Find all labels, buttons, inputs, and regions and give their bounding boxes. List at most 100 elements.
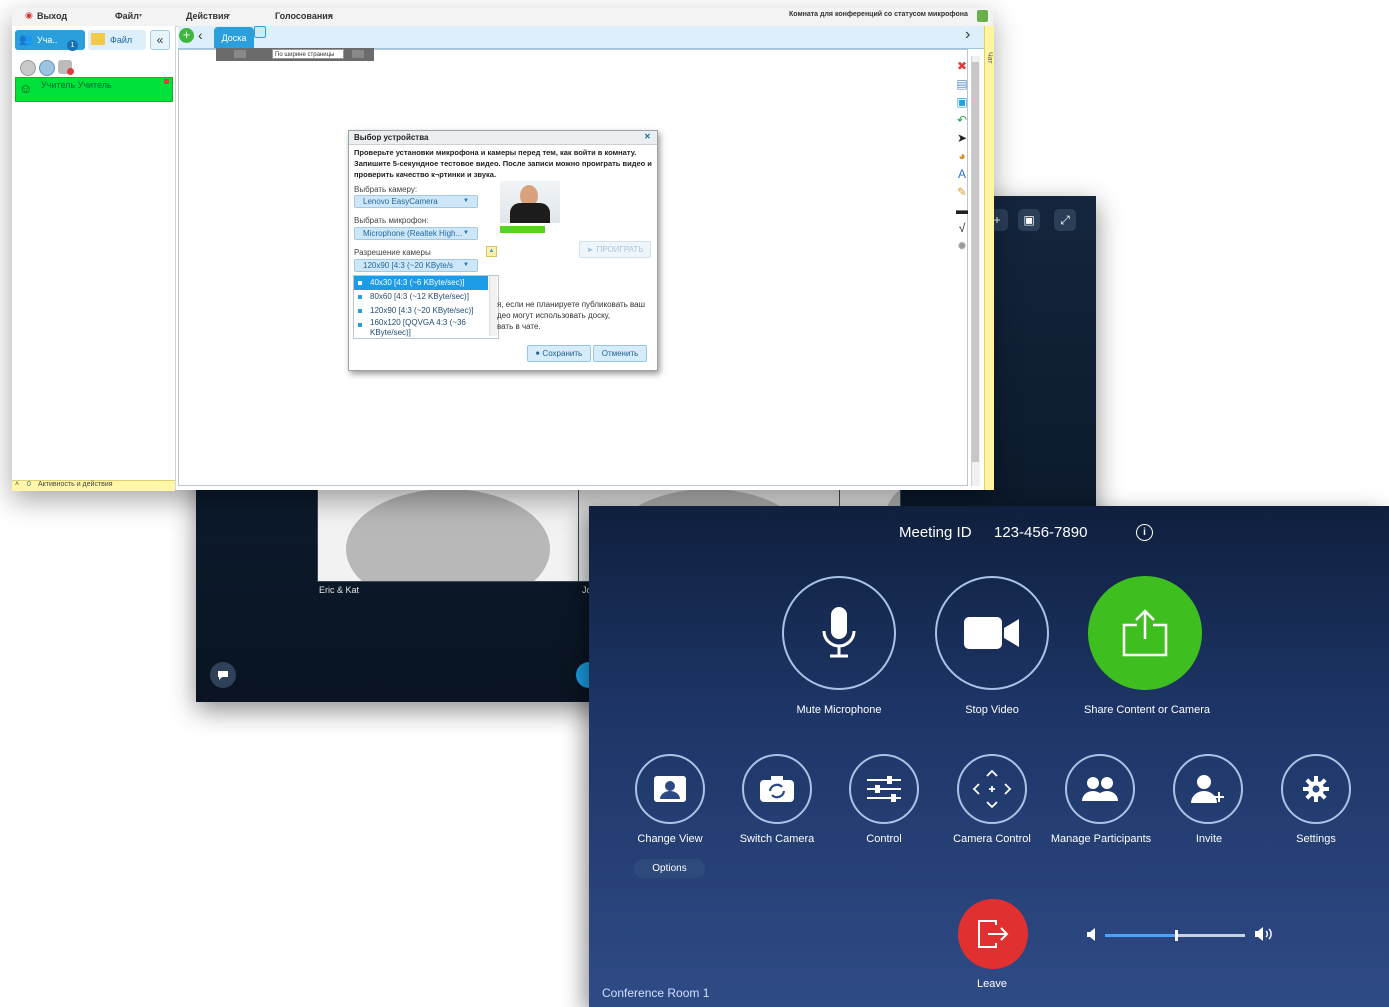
volume-slider[interactable] — [1105, 930, 1245, 941]
menu-voting[interactable]: Голосования — [275, 11, 333, 21]
chevron-left-icon[interactable]: ‹ — [198, 27, 203, 43]
folder-icon — [91, 33, 105, 45]
dropdown-scrollbar[interactable] — [489, 276, 497, 336]
share-content-button[interactable] — [1088, 576, 1202, 690]
menu-exit[interactable]: Выход — [37, 11, 67, 21]
chat-icon[interactable] — [210, 662, 236, 688]
change-view-icon — [654, 776, 686, 802]
chevron-down-icon: ▾ — [227, 13, 231, 19]
participant-name: Учитель Учитель — [41, 80, 112, 90]
invite-button[interactable] — [1173, 754, 1243, 824]
tab-participants[interactable]: 👥 Уча.. 1 — [15, 30, 85, 51]
option-marker — [358, 309, 362, 313]
shape-icon[interactable]: ◕ — [954, 148, 970, 164]
volume-fill — [1105, 934, 1175, 937]
close-icon[interactable]: ✖ — [954, 58, 970, 74]
close-icon[interactable]: ✕ — [644, 132, 651, 141]
leave-label: Leave — [977, 978, 1007, 990]
activity-footer[interactable]: ˄ 0 Активность и действия — [12, 480, 175, 491]
whiteboard-tools: ✖ ▤ ▣ ↶ ➤ ◕ A ✎ ▬ √ ✹ — [953, 56, 971, 280]
zoom-in-icon[interactable] — [352, 50, 364, 58]
tab-close-icon[interactable] — [254, 26, 266, 38]
mute-microphone-button[interactable] — [782, 576, 896, 690]
resolution-option[interactable]: 80x60 [4:3 (~12 KByte/sec)] — [354, 290, 488, 304]
zoom-select[interactable]: По ширине страницы — [272, 49, 344, 59]
mic-label: Выбрать микрофон: — [354, 216, 429, 225]
tab-files-label: Файл — [110, 35, 133, 45]
layout-icon[interactable]: ▣ — [1018, 209, 1040, 231]
webcam-icon[interactable] — [39, 60, 55, 76]
chevron-right-icon[interactable]: › — [965, 26, 970, 44]
volume-thumb[interactable] — [1175, 930, 1178, 941]
zoom-out-icon[interactable] — [234, 50, 246, 58]
undo-icon[interactable]: ↶ — [954, 112, 970, 128]
camera-value: Lenovo EasyCamera — [363, 197, 438, 206]
participants-icon: 👥 — [19, 34, 33, 46]
sliders-icon — [867, 776, 901, 802]
main-button-label: Share Content or Camera — [1084, 704, 1210, 716]
chevron-down-icon: ▾ — [139, 13, 143, 19]
pointer-icon[interactable]: ➤ — [954, 130, 970, 146]
switch-camera-button[interactable] — [742, 754, 812, 824]
mic-status-icon[interactable] — [977, 10, 988, 22]
option-marker — [358, 295, 362, 299]
resolution-option[interactable]: 160x120 [QQVGA 4:3 (~36 KByte/sec)] — [354, 318, 488, 338]
leave-icon — [978, 920, 1009, 948]
secondary-button-label: Camera Control — [953, 833, 1031, 845]
chevron-down-icon: ▼ — [463, 230, 469, 236]
resolution-dropdown-list: 40x30 [4:3 (~6 KByte/sec)] 80x60 [4:3 (~… — [353, 275, 499, 339]
control-button[interactable] — [849, 754, 919, 824]
leave-button[interactable] — [958, 899, 1028, 969]
secondary-button-label: Change View — [637, 833, 703, 845]
switch-camera-icon — [760, 776, 794, 802]
tab-board[interactable]: Доска — [214, 27, 254, 48]
menu-file[interactable]: Файл — [115, 11, 139, 21]
formula-icon[interactable]: √ — [954, 220, 970, 236]
room-status-text: Комната для конференций со статусом микр… — [789, 11, 968, 18]
tab-participants-label: Уча.. — [37, 35, 58, 45]
device-selection-dialog: Выбор устройства ✕ Проверьте установки м… — [348, 130, 658, 371]
camera-select[interactable]: Lenovo EasyCamera ▼ — [354, 195, 478, 208]
play-button[interactable]: ► ПРОИГРАТЬ — [579, 241, 651, 258]
resolution-option[interactable]: 120x90 [4:3 (~20 KByte/sec)] — [354, 304, 488, 318]
cancel-button[interactable]: Отменить — [593, 345, 647, 362]
board-tab-bar: + ‹ Доска › — [178, 26, 993, 49]
settings-button[interactable] — [1281, 754, 1351, 824]
volume-high-icon — [1254, 926, 1276, 942]
manage-participants-button[interactable] — [1065, 754, 1135, 824]
save-button[interactable]: ■ Сохранить — [527, 345, 591, 362]
change-view-button[interactable] — [635, 754, 705, 824]
mic-select[interactable]: Microphone (Realtek High... ▼ — [354, 227, 478, 240]
avatar-silhouette — [346, 489, 550, 581]
collapse-panel-button[interactable]: « — [150, 30, 170, 50]
participant-row[interactable]: ☺ Учитель Учитель — [15, 77, 173, 102]
chevron-down-icon: ▾ — [329, 13, 333, 19]
settings-icon[interactable] — [20, 60, 36, 76]
dialog-title: Выбор устройства — [354, 133, 429, 142]
info-icon[interactable]: i — [1136, 524, 1153, 541]
document-icon[interactable]: ▤ — [954, 76, 970, 92]
scrollbar-thumb[interactable] — [972, 62, 979, 462]
gear-icon[interactable]: ✹ — [954, 238, 970, 254]
resolution-select[interactable]: 120x90 [4:3 (~20 KByte/s ▼ — [354, 259, 478, 272]
text-icon[interactable]: A — [954, 166, 970, 182]
eraser-icon[interactable]: ▬ — [954, 202, 970, 218]
tab-files[interactable]: Файл — [88, 30, 146, 50]
secondary-button-label: Switch Camera — [739, 833, 815, 845]
vertical-scrollbar[interactable] — [971, 56, 980, 486]
add-tab-icon[interactable]: + — [179, 28, 194, 43]
option-label: 80x60 [4:3 (~12 KByte/sec)] — [370, 292, 469, 301]
volume-low-icon — [1086, 927, 1098, 942]
secondary-button-label: Control — [866, 833, 902, 845]
camera-control-button[interactable] — [957, 754, 1027, 824]
stop-video-button[interactable] — [935, 576, 1049, 690]
options-button[interactable]: Options — [634, 859, 705, 878]
fullscreen-icon[interactable]: ⤢ — [1054, 209, 1076, 231]
chat-side-tab[interactable]: Чат — [984, 26, 994, 490]
resolution-option[interactable]: 40x30 [4:3 (~6 KByte/sec)] — [354, 276, 488, 290]
menu-actions[interactable]: Действия — [186, 11, 229, 21]
save-icon: ■ — [535, 350, 540, 357]
save-icon[interactable]: ▣ — [954, 94, 970, 110]
preview-body — [510, 203, 550, 223]
pencil-icon[interactable]: ✎ — [954, 184, 970, 200]
